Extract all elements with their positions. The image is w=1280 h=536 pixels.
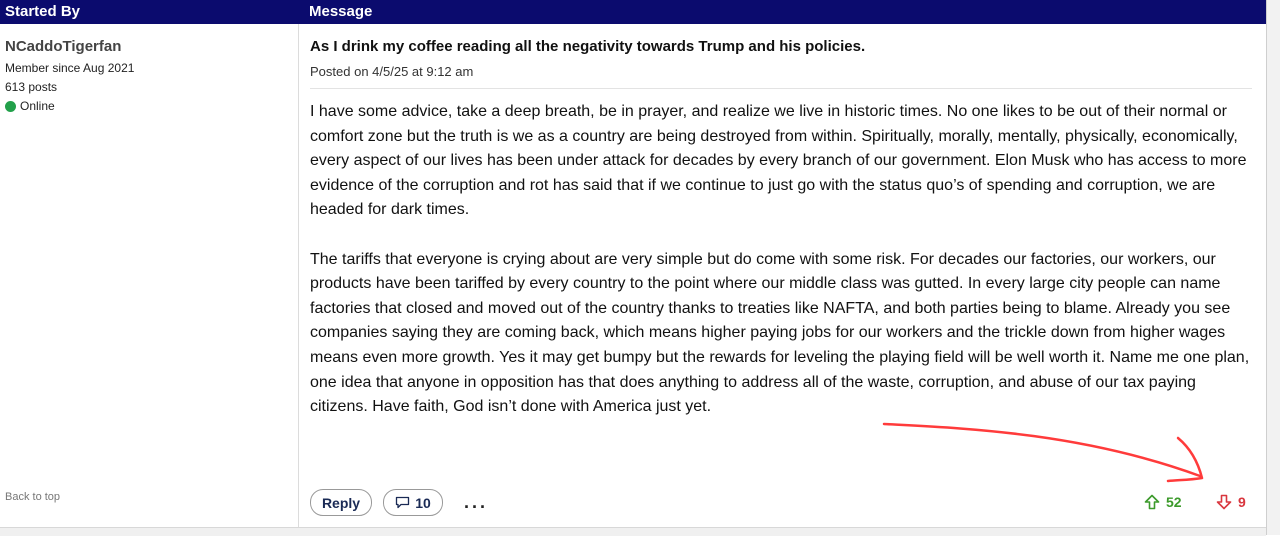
downvote-count: 9 xyxy=(1238,494,1246,510)
scrollbar-track[interactable] xyxy=(1266,0,1280,535)
downvote-button[interactable]: 9 xyxy=(1216,494,1246,510)
arrow-down-icon xyxy=(1216,494,1232,510)
back-to-top-link[interactable]: Back to top xyxy=(5,491,60,503)
online-indicator-icon xyxy=(5,100,16,112)
thread-header: Started By Message xyxy=(0,0,1266,24)
comments-button[interactable]: 10 xyxy=(383,489,443,516)
post-paragraph: The tariffs that everyone is crying abou… xyxy=(310,250,1250,416)
more-options-button[interactable]: ... xyxy=(464,492,488,513)
author-name-link[interactable]: NCaddoTigerfan xyxy=(5,38,121,55)
arrow-up-icon xyxy=(1144,494,1160,510)
column-header-message: Message xyxy=(309,3,373,20)
message-panel: As I drink my coffee reading all the neg… xyxy=(299,24,1266,527)
online-status-label: Online xyxy=(20,99,55,113)
post-body: I have some advice, take a deep breath, … xyxy=(310,100,1255,444)
comment-bubble-icon xyxy=(395,496,410,509)
member-since: Member since Aug 2021 xyxy=(5,61,135,75)
post-paragraph: I have some advice, take a deep breath, … xyxy=(310,103,1247,219)
column-header-started-by: Started By xyxy=(5,3,81,20)
author-sidebar: NCaddoTigerfan Member since Aug 2021 613… xyxy=(0,24,299,527)
comments-count: 10 xyxy=(415,494,431,511)
online-status: Online xyxy=(5,99,55,113)
post-date: Posted on 4/5/25 at 9:12 am xyxy=(310,64,474,79)
upvote-button[interactable]: 52 xyxy=(1144,494,1182,510)
reply-button[interactable]: Reply xyxy=(310,489,372,516)
upvote-count: 52 xyxy=(1166,494,1182,510)
divider xyxy=(310,88,1252,89)
post-count: 613 posts xyxy=(5,80,58,94)
post-title: As I drink my coffee reading all the neg… xyxy=(310,38,866,55)
